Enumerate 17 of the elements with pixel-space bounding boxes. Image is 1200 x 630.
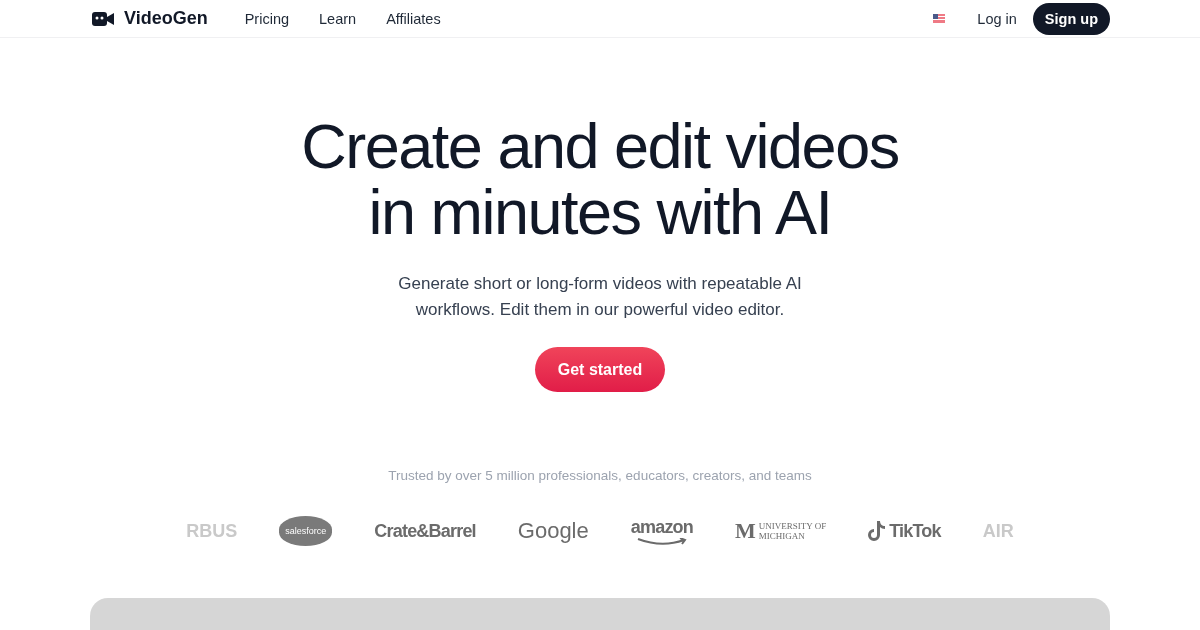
trusted-caption: Trusted by over 5 million professionals, educators, creators, and teams [388,468,812,484]
nav-link[interactable]: Affiliates [386,10,441,27]
nav-link[interactable]: Pricing [244,10,290,27]
video-camera-icon [92,10,114,27]
flag-icon[interactable] [933,14,946,24]
company-logo: Google [517,518,589,545]
amazon-logo: amazon [630,516,693,546]
login-link[interactable]: Log in [977,10,1017,27]
salesforce-logo: salesforce [279,516,333,547]
hero-subtitle: Generate short or long-form videos with repeatable AI workflows. Edit them in our powerful video editor. [398,273,802,322]
nav-link[interactable]: Learn [319,10,357,27]
company-logo: Crate&Barrel [374,520,476,542]
hero-title: Create and edit videos in minutes with AI [301,113,899,246]
get-started-button[interactable]: Get started [534,347,666,393]
tiktok-logo: TikTok [868,520,941,543]
signup-button[interactable]: Sign up [1032,2,1110,35]
brand-name: VideoGen [124,8,208,30]
